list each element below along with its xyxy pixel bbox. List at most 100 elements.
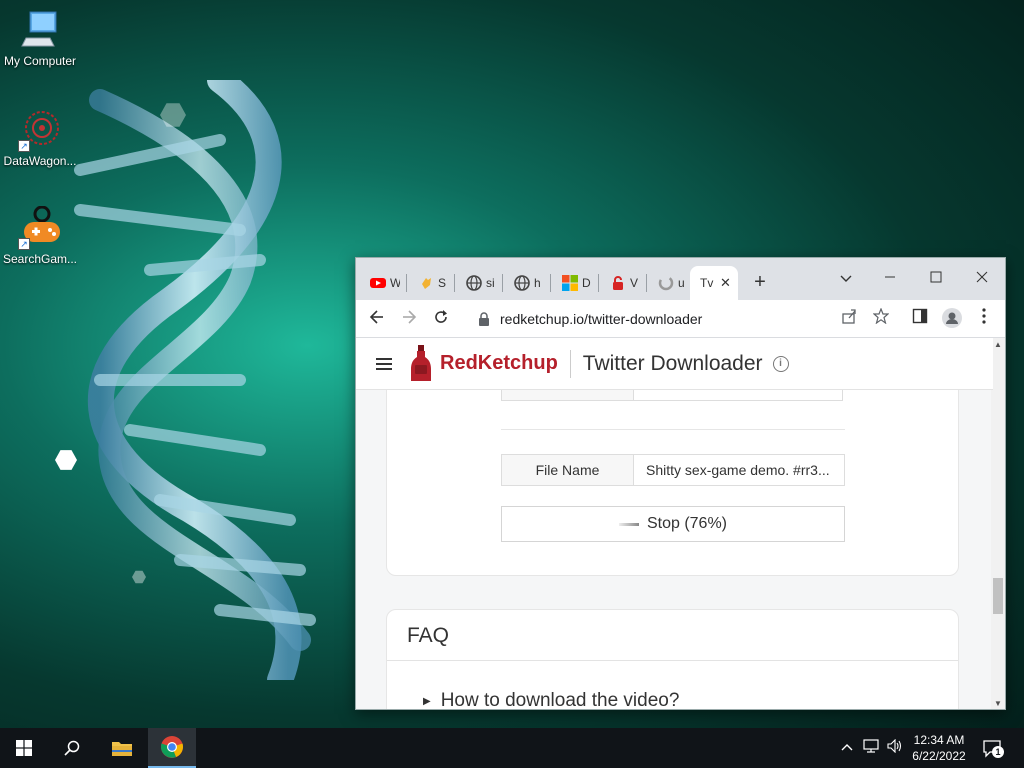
tab-label: si xyxy=(486,276,495,290)
notification-count-badge: 1 xyxy=(992,746,1004,758)
scroll-up-arrow-icon[interactable]: ▲ xyxy=(991,338,1005,352)
browser-tab[interactable]: W xyxy=(360,266,404,300)
page-title: Twitter Downloader xyxy=(582,351,763,375)
desktop-icon-label: SearchGam... xyxy=(2,252,78,266)
desktop-icon-my-computer[interactable]: My Computer xyxy=(0,8,80,68)
chrome-taskbar-button[interactable] xyxy=(148,728,196,768)
chevron-up-icon[interactable] xyxy=(838,739,856,754)
site-header: RedKetchup Twitter Downloader i xyxy=(356,338,993,390)
file-explorer-button[interactable] xyxy=(98,728,146,768)
youtube-icon xyxy=(370,278,386,288)
notification-center-button[interactable]: 1 xyxy=(982,738,1004,758)
scrollbar-thumb[interactable] xyxy=(993,578,1003,614)
file-name-value: Shitty sex-game demo. #rr3... xyxy=(633,454,845,486)
windows-start-icon xyxy=(16,740,32,756)
loading-icon xyxy=(658,275,674,291)
stop-download-button[interactable]: Stop (76%) xyxy=(501,506,845,542)
globe-icon xyxy=(514,275,530,291)
stop-button-label: Stop (76%) xyxy=(646,515,728,532)
faq-divider xyxy=(387,660,958,661)
bookmark-button[interactable] xyxy=(870,307,892,330)
chrome-icon xyxy=(161,736,183,758)
browser-tab[interactable]: h xyxy=(504,266,548,300)
tab-label: W xyxy=(390,276,400,290)
tab-label: h xyxy=(534,276,541,290)
tab-strip: W S si h D V u T xyxy=(356,258,1005,300)
browser-toolbar: redketchup.io/twitter-downloader xyxy=(356,300,1005,338)
progress-spinner-icon xyxy=(618,522,639,526)
close-icon xyxy=(976,271,988,283)
system-clock[interactable]: 12:34 AM 6/22/2022 xyxy=(904,732,974,764)
minimize-icon xyxy=(885,276,895,278)
row-divider xyxy=(501,429,845,430)
taskbar: 12:34 AM 6/22/2022 1 xyxy=(0,728,1024,768)
ketchup-bottle-logo-icon[interactable] xyxy=(410,344,432,383)
chevron-down-icon xyxy=(840,275,852,282)
browser-window: W S si h D V u T xyxy=(355,257,1006,710)
datawagon-icon: ↗ xyxy=(18,108,62,152)
close-tab-icon[interactable]: ✕ xyxy=(720,275,731,291)
shortcut-arrow-icon: ↗ xyxy=(18,140,30,152)
computer-icon xyxy=(18,8,62,52)
browser-tab-active[interactable]: Tv ✕ xyxy=(690,266,738,300)
caret-right-icon: ▶ xyxy=(423,695,431,707)
volume-icon[interactable] xyxy=(886,738,904,756)
windows-logo-icon xyxy=(562,275,578,291)
web-page: RedKetchup Twitter Downloader i File Nam… xyxy=(356,338,993,709)
kebab-menu-icon xyxy=(982,308,986,324)
browser-tab[interactable]: S xyxy=(408,266,452,300)
share-icon xyxy=(842,309,856,324)
search-icon xyxy=(64,740,80,756)
tab-separator xyxy=(550,274,551,292)
brand-name[interactable]: RedKetchup xyxy=(440,352,558,375)
address-bar[interactable]: redketchup.io/twitter-downloader xyxy=(466,304,896,334)
desktop-icon-label: My Computer xyxy=(3,54,77,68)
maximize-button[interactable] xyxy=(914,264,958,292)
tab-label: Tv xyxy=(700,276,714,290)
side-panel-icon xyxy=(912,308,928,324)
share-button[interactable] xyxy=(838,308,860,330)
tab-separator xyxy=(598,274,599,292)
clock-time: 12:34 AM xyxy=(913,733,965,747)
forward-button[interactable] xyxy=(396,306,422,332)
desktop-icon-datawagon[interactable]: ↗ DataWagon... xyxy=(0,108,80,168)
hamburger-menu-icon[interactable] xyxy=(376,357,392,370)
new-tab-button[interactable]: + xyxy=(750,272,770,292)
tab-separator xyxy=(454,274,455,292)
globe-icon xyxy=(466,275,482,291)
tab-separator xyxy=(406,274,407,292)
info-icon[interactable]: i xyxy=(772,355,789,372)
desktop-icon-searchgames[interactable]: ↗ SearchGam... xyxy=(0,205,80,266)
back-button[interactable] xyxy=(364,306,390,332)
profile-avatar-icon xyxy=(942,308,962,328)
arrow-right-icon xyxy=(403,310,417,324)
scroll-down-arrow-icon[interactable]: ▼ xyxy=(991,697,1005,709)
minimize-button[interactable] xyxy=(868,264,912,292)
network-icon[interactable] xyxy=(862,739,880,756)
clock-date: 6/22/2022 xyxy=(912,749,966,763)
gamepad-icon: ↗ xyxy=(18,205,62,250)
lock-red-icon xyxy=(613,276,623,290)
profile-button[interactable] xyxy=(941,308,963,330)
page-scrollbar[interactable]: ▲ ▼ xyxy=(991,338,1005,709)
start-button[interactable] xyxy=(0,728,48,768)
browser-tab[interactable]: u xyxy=(648,266,692,300)
reload-icon xyxy=(435,310,447,323)
reload-button[interactable] xyxy=(428,306,454,332)
header-divider xyxy=(569,349,571,378)
lock-icon xyxy=(479,312,489,326)
search-button[interactable] xyxy=(48,728,96,768)
browser-tab[interactable]: V xyxy=(600,266,644,300)
dna-wallpaper-graphic xyxy=(74,80,316,680)
close-window-button[interactable] xyxy=(960,264,1004,292)
tab-separator xyxy=(646,274,647,292)
faq-question-toggle[interactable]: ▶ How to download the video? xyxy=(423,690,679,709)
browser-tab[interactable]: D xyxy=(552,266,596,300)
tab-search-button[interactable] xyxy=(824,264,868,292)
tab-label: V xyxy=(630,276,639,290)
maximize-icon xyxy=(930,271,942,283)
tab-label: u xyxy=(678,276,685,290)
menu-button[interactable] xyxy=(973,308,995,330)
side-panel-button[interactable] xyxy=(909,308,931,330)
browser-tab[interactable]: si xyxy=(456,266,500,300)
